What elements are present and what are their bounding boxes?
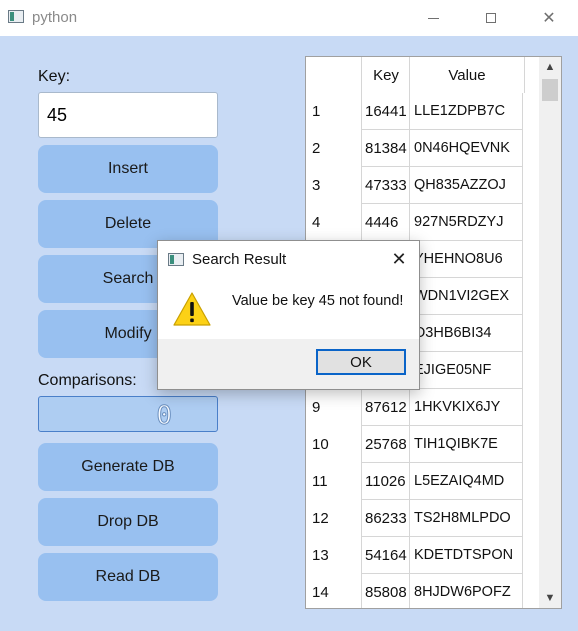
table-row[interactable]: 13 54164 KDETDTSPON — [306, 537, 523, 574]
key-label: Key: — [38, 68, 71, 85]
table-row[interactable]: 10 25768 TIH1QIBK7E — [306, 426, 523, 463]
row-number: 1 — [312, 103, 321, 120]
dialog-footer: OK — [158, 339, 419, 389]
read-db-button[interactable]: Read DB — [38, 553, 218, 601]
row-number: 10 — [312, 436, 329, 453]
row-number: 2 — [312, 140, 321, 157]
table-row[interactable]: 3 47333 QH835AZZOJ — [306, 167, 523, 204]
value-cell[interactable]: YHEHNO8U6 — [409, 241, 523, 278]
key-cell[interactable]: 16441 — [361, 93, 409, 130]
minimize-icon — [427, 17, 439, 19]
value-cell[interactable]: EJIGE05NF — [409, 352, 523, 389]
generate-db-button[interactable]: Generate DB — [38, 443, 218, 491]
close-button[interactable]: ✕ — [526, 0, 572, 36]
maximize-button[interactable] — [468, 0, 514, 36]
row-number: 13 — [312, 547, 329, 564]
table-row[interactable]: 14 85808 8HJDW6POFZ — [306, 574, 523, 608]
key-cell[interactable]: 54164 — [361, 537, 409, 574]
key-cell[interactable]: 11026 — [361, 463, 409, 500]
table-row[interactable]: 11 11026 L5EZAIQ4MD — [306, 463, 523, 500]
row-number: 11 — [312, 473, 328, 490]
table-row[interactable]: 1 16441 LLE1ZDPB7C — [306, 93, 523, 130]
comparisons-label: Comparisons: — [38, 372, 137, 389]
value-cell[interactable]: TS2H8MLPDO — [409, 500, 523, 537]
title-bar: python ✕ — [0, 0, 578, 36]
table-row[interactable]: 2 81384 0N46HQEVNK — [306, 130, 523, 167]
row-number: 3 — [312, 177, 321, 194]
value-cell[interactable]: 8HJDW6POFZ — [409, 574, 523, 608]
app-icon — [8, 10, 24, 23]
value-cell[interactable]: 927N5RDZYJ — [409, 204, 523, 241]
table-row[interactable]: 12 86233 TS2H8MLPDO — [306, 500, 523, 537]
column-header-key[interactable]: Key — [361, 57, 410, 93]
ok-button[interactable]: OK — [316, 349, 406, 375]
key-cell[interactable]: 85808 — [361, 574, 409, 608]
row-number: 12 — [312, 510, 329, 527]
key-input[interactable] — [38, 92, 218, 138]
value-cell[interactable]: 1HKVKIX6JY — [409, 389, 523, 426]
key-cell[interactable]: 25768 — [361, 426, 409, 463]
key-cell[interactable]: 86233 — [361, 500, 409, 537]
key-cell[interactable]: 87612 — [361, 389, 409, 426]
close-icon: ✕ — [542, 10, 556, 27]
dialog-app-icon — [168, 253, 184, 266]
value-cell[interactable]: L5EZAIQ4MD — [409, 463, 523, 500]
table-row[interactable]: 9 87612 1HKVKIX6JY — [306, 389, 523, 426]
value-cell[interactable]: 0N46HQEVNK — [409, 130, 523, 167]
key-cell[interactable]: 4446 — [361, 204, 409, 241]
warning-icon — [173, 292, 211, 326]
row-number: 9 — [312, 399, 321, 416]
dialog-close-icon[interactable]: ✕ — [384, 245, 414, 273]
vertical-scrollbar[interactable]: ▲ ▼ — [539, 57, 561, 608]
key-cell[interactable]: 47333 — [361, 167, 409, 204]
minimize-button[interactable] — [410, 0, 456, 36]
row-number: 14 — [312, 584, 329, 601]
table-row[interactable]: 4 4446 927N5RDZYJ — [306, 204, 523, 241]
maximize-icon — [486, 13, 496, 23]
dialog-title: Search Result — [192, 251, 287, 268]
scroll-up-icon[interactable]: ▲ — [539, 57, 561, 77]
dialog-message: Value be key 45 not found! — [232, 293, 404, 309]
row-number: 4 — [312, 214, 321, 231]
drop-db-button[interactable]: Drop DB — [38, 498, 218, 546]
scroll-down-icon[interactable]: ▼ — [539, 588, 561, 608]
comparisons-lcd: 0 — [38, 396, 218, 432]
column-header-value[interactable]: Value — [409, 57, 525, 93]
window-title: python — [32, 9, 78, 26]
search-result-dialog: Search Result ✕ Value be key 45 not foun… — [157, 240, 420, 390]
value-cell[interactable]: O3HB6BI34 — [409, 315, 523, 352]
insert-button[interactable]: Insert — [38, 145, 218, 193]
value-cell[interactable]: LLE1ZDPB7C — [409, 93, 523, 130]
scrollbar-thumb[interactable] — [542, 79, 558, 101]
value-cell[interactable]: WDN1VI2GEX — [409, 278, 523, 315]
value-cell[interactable]: KDETDTSPON — [409, 537, 523, 574]
comparisons-value: 0 — [156, 401, 173, 432]
value-cell[interactable]: QH835AZZOJ — [409, 167, 523, 204]
dialog-body: Value be key 45 not found! — [158, 277, 419, 339]
value-cell[interactable]: TIH1QIBK7E — [409, 426, 523, 463]
key-cell[interactable]: 81384 — [361, 130, 409, 167]
